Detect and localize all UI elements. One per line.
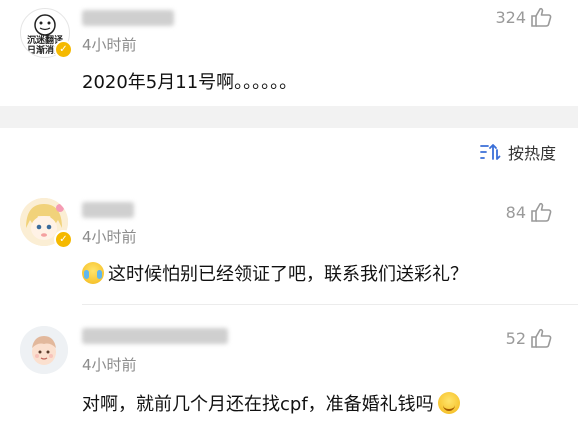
thumb-up-icon [531, 7, 552, 27]
like-count: 324 [495, 7, 526, 27]
username-redacted[interactable] [82, 202, 134, 218]
like-button[interactable]: 324 [495, 7, 552, 27]
sort-by-popularity-button[interactable]: 按热度 [478, 140, 556, 164]
like-count: 84 [505, 202, 526, 222]
comment-item: 4小时前 52 对啊，就前几个月还在找cpf，准备婚礼钱吗 [0, 310, 578, 429]
comment-text: 2020年5月11号啊。。。。。。 [82, 72, 298, 93]
hugging-emoji-icon [437, 392, 460, 414]
comment-time: 4小时前 [82, 36, 137, 54]
sort-icon [480, 144, 501, 160]
comment-text: 这时候怕别已经领证了吧，联系我们送彩礼？ [82, 260, 468, 286]
comment-time: 4小时前 [82, 228, 137, 246]
username-redacted[interactable] [82, 10, 174, 26]
comment-separator [82, 304, 578, 305]
comment-text-content: 这时候怕别已经领证了吧，联系我们送彩礼？ [108, 264, 468, 285]
baby-avatar-icon [20, 326, 68, 374]
verified-badge-icon: ✓ [54, 40, 73, 59]
like-button[interactable]: 84 [506, 202, 552, 222]
sort-bar: 按热度 [0, 128, 578, 178]
thumb-up-icon [531, 328, 552, 348]
like-count: 52 [505, 328, 526, 348]
avatar[interactable] [20, 326, 68, 374]
comment-text: 对啊，就前几个月还在找cpf，准备婚礼钱吗 [82, 390, 460, 416]
like-button[interactable]: 52 [506, 328, 552, 348]
crying-laughing-emoji-icon [82, 262, 104, 284]
verified-badge-icon: ✓ [54, 230, 73, 249]
comment-time: 4小时前 [82, 356, 137, 374]
thumb-up-icon [531, 202, 552, 222]
section-divider [0, 106, 578, 128]
sort-label: 按热度 [507, 144, 556, 163]
comment-item: ✓ 4小时前 84 这时候怕别已经领证了吧，联系我们送彩礼？ [0, 188, 578, 300]
comment-text-content: 对啊，就前几个月还在找cpf，准备婚礼钱吗 [82, 394, 434, 415]
username-redacted[interactable] [82, 328, 228, 344]
comment-item: 沉迷翻译 日渐消瘦 ✓ 4小时前 324 2020年5月11号啊。。。。。。 [0, 0, 578, 106]
